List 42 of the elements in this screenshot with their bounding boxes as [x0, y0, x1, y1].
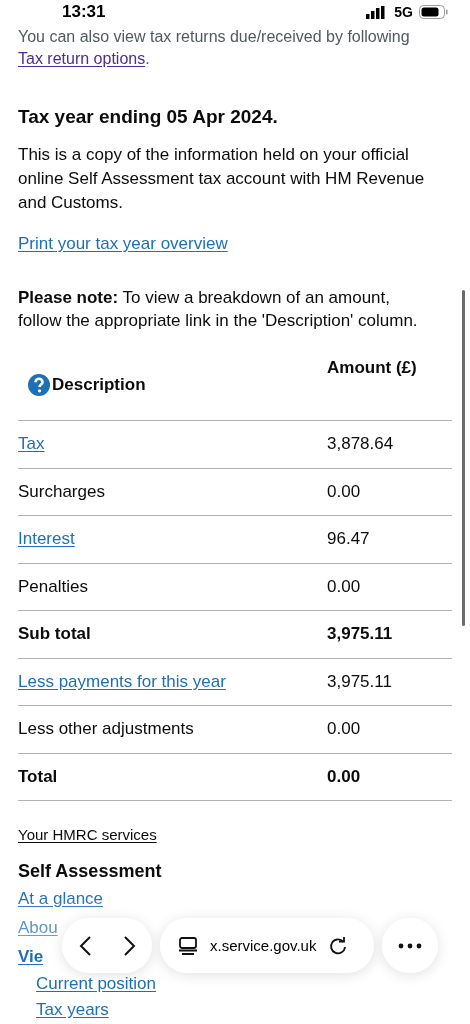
description-link[interactable]: Less payments for this year — [18, 671, 226, 691]
amount-cell-text: 3,975.11 — [327, 670, 392, 693]
description-cell: Sub total — [18, 624, 91, 644]
forward-icon[interactable] — [122, 934, 137, 957]
service-link[interactable]: Tax years — [36, 999, 109, 1021]
service-link[interactable]: Abou — [18, 916, 58, 940]
column-header: Description — [52, 374, 146, 396]
status-time: 13:31 — [62, 1, 106, 23]
url-text: x.service.gov.uk — [210, 935, 317, 956]
amount-cell-text: 3,878.64 — [327, 433, 394, 456]
print-link[interactable]: Print your tax year overview — [18, 232, 228, 256]
more-icon[interactable] — [398, 942, 422, 949]
amount-cell-text: 96.47 — [327, 528, 370, 551]
description-text: This is a copy of the information held on your official online Self Assessment tax account with HM Revenue and Customs. — [18, 144, 426, 214]
description-cell: Penalties — [18, 576, 88, 596]
description-link[interactable]: Tax — [18, 434, 45, 454]
help-icon[interactable] — [28, 374, 50, 396]
note-text: Please note: To view a breakdown of an amount, follow the appropriate link in the 'Description' column. — [18, 287, 419, 332]
amount-cell-text: 0.00 — [327, 718, 361, 741]
description-cell: Less other adjustments — [18, 719, 194, 739]
amount-cell-text: 0.00 — [327, 480, 361, 503]
description-cell: Total — [18, 766, 58, 786]
column-header: Amount (£) — [327, 357, 417, 379]
address-bar[interactable]: x.service.gov.uk — [160, 918, 374, 973]
battery-icon — [419, 5, 448, 19]
description-link[interactable]: Interest — [18, 529, 75, 549]
service-link[interactable]: Current position — [36, 973, 156, 995]
page-icon[interactable] — [178, 935, 198, 956]
reload-icon[interactable] — [328, 935, 349, 956]
service-link[interactable]: Vie — [18, 945, 44, 969]
tax-return-options-link[interactable]: Tax return options — [18, 50, 146, 67]
back-icon[interactable] — [77, 934, 92, 957]
amount-cell-text: 0.00 — [327, 765, 361, 788]
description-cell: Surcharges — [18, 481, 105, 501]
intro-text: You can also view tax returns due/received by following Tax return options. — [18, 27, 411, 69]
page-heading: Tax year ending 05 Apr 2024. — [18, 105, 279, 129]
section-heading: Self Assessment — [18, 860, 163, 883]
service-link[interactable]: At a glance — [18, 887, 104, 911]
services-link[interactable]: Your HMRC services — [18, 823, 157, 847]
amount-cell-text: 0.00 — [327, 575, 361, 598]
amount-cell-text: 3,975.11 — [327, 623, 393, 646]
network-label: 5G — [394, 3, 413, 22]
